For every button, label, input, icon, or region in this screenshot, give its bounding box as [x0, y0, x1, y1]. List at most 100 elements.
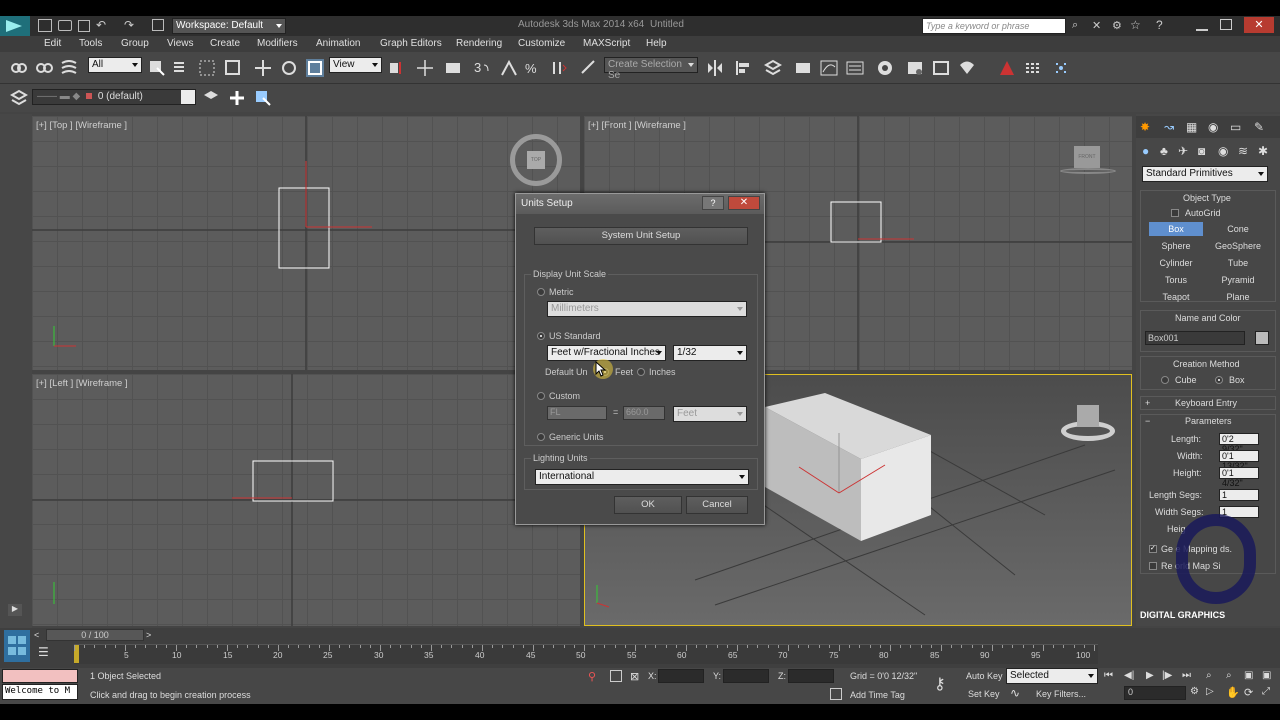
bind-space-warp-icon[interactable] — [60, 59, 78, 77]
menu-graph-editors[interactable]: Graph Editors — [380, 38, 442, 49]
viewcube-top-face[interactable]: TOP — [527, 151, 545, 169]
custom-unit-dropdown[interactable]: Feet — [673, 406, 747, 422]
select-in-layer-icon[interactable] — [254, 89, 272, 107]
viewcube-perspective-icon[interactable] — [1059, 401, 1117, 447]
teapot-button[interactable]: Teapot — [1149, 290, 1203, 304]
object-type-title[interactable]: Object Type — [1183, 193, 1231, 203]
add-time-tag-button[interactable]: Add Time Tag — [850, 690, 905, 700]
edit-named-selection-icon[interactable] — [580, 59, 598, 77]
project-folder-icon[interactable] — [152, 19, 164, 31]
generate-mapping-checkbox[interactable]: ✓ — [1149, 545, 1157, 553]
key-set-dropdown[interactable]: Selected — [1006, 668, 1098, 684]
helpers-icon[interactable]: ◉ — [1218, 144, 1228, 158]
viewcube-top-icon[interactable]: TOP — [510, 134, 562, 186]
mirror-icon[interactable] — [706, 59, 724, 77]
key-filters-button[interactable]: Key Filters... — [1036, 689, 1086, 699]
graphite-ribbon-icon[interactable] — [794, 59, 812, 77]
help-icon[interactable]: ? — [1156, 18, 1163, 32]
maximize-viewport-icon[interactable]: ⤢ — [1262, 686, 1270, 697]
toggle-ribbon-icon[interactable] — [1024, 59, 1042, 77]
select-by-name-icon[interactable] — [172, 59, 190, 77]
pyramid-button[interactable]: Pyramid — [1211, 273, 1265, 287]
us-standard-radio[interactable] — [537, 332, 545, 340]
inches-radio[interactable] — [637, 368, 645, 376]
viewport-left[interactable]: [+] [Left ] [Wireframe ] — [32, 374, 580, 626]
hierarchy-tab-icon[interactable]: ▦ — [1186, 120, 1197, 134]
go-to-start-icon[interactable]: ⏮ — [1104, 670, 1113, 681]
menu-views[interactable]: Views — [167, 38, 194, 49]
primitive-category-dropdown[interactable]: Standard Primitives — [1142, 166, 1268, 182]
system-unit-setup-button[interactable]: System Unit Setup — [534, 227, 748, 245]
cube-radio[interactable] — [1161, 376, 1169, 384]
ok-button[interactable]: OK — [614, 496, 682, 514]
time-configuration-icon[interactable]: ⚙ — [1190, 686, 1199, 697]
cameras-icon[interactable]: ◙ — [1198, 144, 1205, 158]
menu-group[interactable]: Group — [121, 38, 149, 49]
keyboard-entry-rollout[interactable]: + Keyboard Entry — [1140, 396, 1276, 410]
menu-create[interactable]: Create — [210, 38, 240, 49]
expand-panel-icon[interactable]: ▶ — [8, 604, 22, 616]
z-coord-field[interactable] — [788, 669, 834, 683]
menu-maxscript[interactable]: MAXScript — [583, 38, 630, 49]
undo-icon[interactable]: ↶ — [96, 18, 106, 32]
named-selection-dropdown[interactable]: Create Selection Se — [604, 57, 698, 81]
custom-value-field[interactable]: 660.0 — [623, 406, 665, 420]
select-and-rotate-icon[interactable] — [280, 59, 298, 77]
key-tangent-icon[interactable]: ∿ — [1010, 686, 1020, 700]
app-logo-icon[interactable] — [0, 16, 30, 36]
shapes-icon[interactable]: ♣ — [1160, 144, 1168, 158]
cone-button[interactable]: Cone — [1211, 222, 1265, 236]
maxscript-listener[interactable]: Welcome to M — [2, 684, 78, 700]
display-tab-icon[interactable]: ▭ — [1230, 120, 1241, 134]
material-editor-icon[interactable] — [876, 59, 894, 77]
real-world-map-checkbox[interactable] — [1149, 562, 1157, 570]
unlink-icon[interactable] — [35, 59, 53, 77]
scene-explorer-icon[interactable] — [1052, 59, 1070, 77]
maxscript-mini-input[interactable] — [2, 669, 78, 683]
y-coord-field[interactable] — [723, 669, 769, 683]
viewport-layout-icon[interactable] — [4, 630, 30, 662]
object-name-field[interactable]: Box001 — [1145, 331, 1245, 345]
curve-editor-icon[interactable] — [820, 59, 838, 77]
layers-icon[interactable] — [9, 89, 29, 107]
minimize-icon[interactable] — [1196, 19, 1208, 31]
render-setup-icon[interactable] — [906, 59, 924, 77]
create-layer-icon[interactable] — [202, 89, 220, 107]
select-and-move-icon[interactable] — [254, 59, 272, 77]
field-of-view-icon[interactable]: ▷ — [1206, 686, 1214, 697]
systems-icon[interactable]: ✱ — [1258, 144, 1268, 158]
menu-tools[interactable]: Tools — [79, 38, 102, 49]
plane-button[interactable]: Plane — [1211, 290, 1265, 304]
parameters-collapse-icon[interactable]: − — [1145, 416, 1150, 426]
geometry-icon[interactable]: ● — [1142, 144, 1149, 158]
angle-snap-icon[interactable] — [500, 59, 518, 77]
select-object-icon[interactable] — [148, 59, 166, 77]
utilities-tab-icon[interactable]: ✎ — [1254, 120, 1264, 134]
zoom-icon[interactable]: ⌕ — [1206, 670, 1212, 681]
snaps-toggle-icon[interactable]: 3 — [474, 59, 492, 77]
selection-lock-icon[interactable]: ⚲ — [588, 670, 596, 683]
current-frame-field[interactable]: 0 — [1124, 686, 1186, 700]
zoom-extents-icon[interactable]: ▣ — [1244, 670, 1253, 681]
layer-dropdown[interactable]: —— ▬ ◆ 0 (default) — [32, 89, 196, 105]
add-to-layer-icon[interactable] — [228, 89, 246, 107]
play-icon[interactable]: ▶ — [1146, 670, 1154, 681]
box-radio[interactable] — [1215, 376, 1223, 384]
viewcube-front-face[interactable]: FRONT — [1074, 146, 1100, 168]
cancel-button[interactable]: Cancel — [686, 496, 748, 514]
viewport-top[interactable]: [+] [Top ] [Wireframe ] TOP — [32, 116, 580, 370]
metric-units-dropdown[interactable]: Millimeters — [547, 301, 747, 317]
auto-key-button[interactable]: Auto Key — [966, 671, 1003, 681]
favorites-icon[interactable]: ☆ — [1130, 18, 1141, 32]
orbit-icon[interactable]: ⟳ — [1244, 686, 1253, 699]
save-icon[interactable] — [78, 20, 90, 32]
motion-tab-icon[interactable]: ◉ — [1208, 120, 1218, 134]
open-file-icon[interactable] — [58, 20, 72, 31]
window-crossing-icon[interactable] — [224, 59, 242, 77]
render-production-icon[interactable] — [958, 59, 976, 77]
dialog-title-bar[interactable]: Units Setup ? ✕ — [516, 194, 764, 214]
dialog-close-icon[interactable]: ✕ — [728, 196, 760, 210]
parameters-title[interactable]: Parameters — [1185, 416, 1232, 426]
new-file-icon[interactable] — [38, 19, 52, 32]
next-frame-icon[interactable]: |▶ — [1162, 670, 1172, 681]
